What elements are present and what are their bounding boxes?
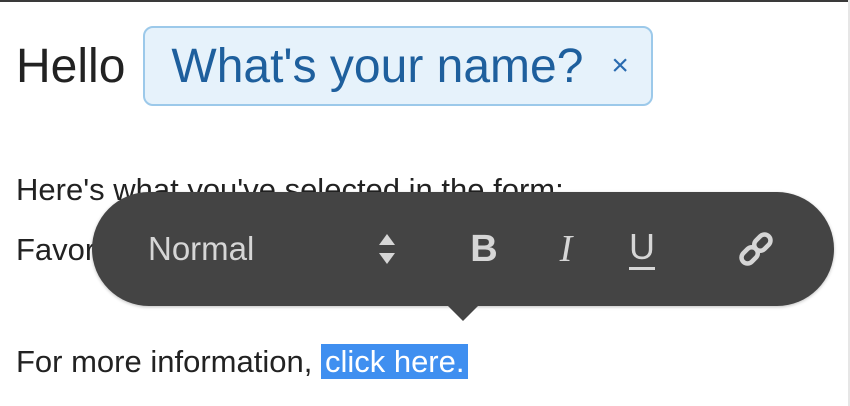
text-format-value: Normal (148, 230, 255, 267)
link-button[interactable] (734, 224, 778, 274)
close-icon[interactable]: × (611, 51, 629, 81)
more-info-line: For more information, click here. (16, 344, 469, 380)
selected-link[interactable]: click here. (320, 344, 469, 379)
toolbar-pointer (448, 306, 478, 321)
sort-icon (378, 234, 396, 264)
text-format-select[interactable]: Normal (148, 226, 400, 272)
underline-label: U (629, 228, 655, 270)
greeting-text: Hello (16, 39, 126, 93)
greeting-row: Hello What's your name? × (16, 24, 653, 108)
bold-button[interactable]: B (462, 224, 506, 274)
top-border (0, 0, 850, 2)
formatting-toolbar: Normal B I U (92, 192, 834, 306)
name-placeholder-chip[interactable]: What's your name? × (143, 26, 653, 106)
more-info-text: For more information, (16, 344, 321, 379)
link-icon (739, 232, 773, 266)
underline-button[interactable]: U (620, 224, 664, 274)
name-chip-label: What's your name? (171, 39, 584, 93)
italic-button[interactable]: I (544, 224, 588, 274)
